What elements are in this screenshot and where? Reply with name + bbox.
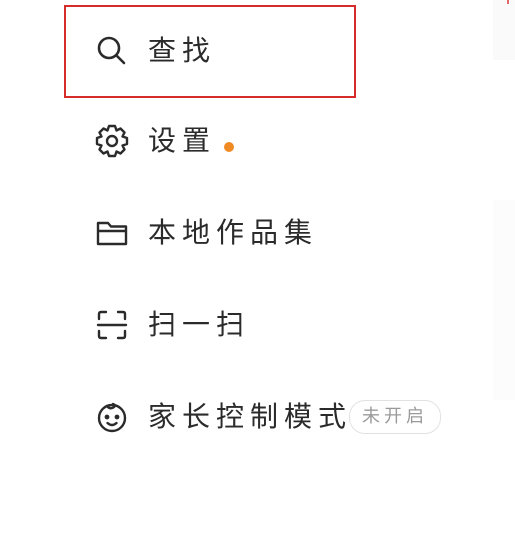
child-face-icon <box>94 399 130 435</box>
corner-mark <box>507 0 509 4</box>
search-icon <box>94 33 130 69</box>
right-edge-strip <box>493 0 515 60</box>
menu-item-settings[interactable]: 设置 <box>64 95 356 187</box>
menu-item-scan[interactable]: 扫一扫 <box>64 279 356 371</box>
menu-item-label: 扫一扫 <box>148 308 251 341</box>
menu-item-label: 设置 <box>148 124 217 157</box>
menu-item-parental-control[interactable]: 家长控制模式 未开启 <box>64 371 464 463</box>
menu-item-label: 家长控制模式 <box>148 400 353 433</box>
menu-item-label: 本地作品集 <box>148 216 319 249</box>
gear-icon <box>94 123 130 159</box>
scan-icon <box>94 307 130 343</box>
notification-dot <box>224 142 234 152</box>
right-edge-strip <box>493 200 515 400</box>
side-menu: 查找 设置 本地作品集 扫一扫 家长控制模式 未开启 <box>0 0 515 554</box>
menu-item-local-works[interactable]: 本地作品集 <box>64 187 356 279</box>
status-badge: 未开启 <box>349 400 441 434</box>
menu-item-search[interactable]: 查找 <box>64 5 356 97</box>
menu-item-label: 查找 <box>148 34 217 67</box>
folder-icon <box>94 215 130 251</box>
